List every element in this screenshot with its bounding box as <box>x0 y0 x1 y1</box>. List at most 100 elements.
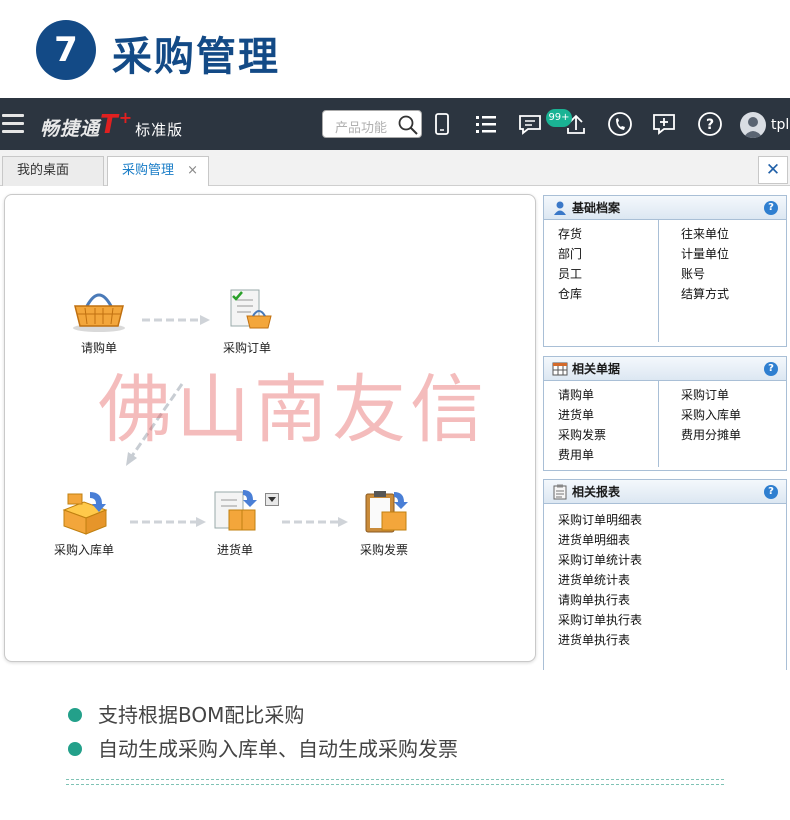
feature-item: 支持根据BOM配比采购 <box>68 700 458 734</box>
brand-logo: 畅捷通T+标准版 <box>40 108 184 142</box>
close-tab-icon[interactable]: × <box>187 157 198 185</box>
bullet-dot-icon <box>68 708 82 722</box>
feature-list: 支持根据BOM配比采购 自动生成采购入库单、自动生成采购发票 <box>68 700 458 768</box>
link-department[interactable]: 部门 <box>558 244 582 264</box>
help-icon[interactable]: ? <box>696 110 724 138</box>
search-icon[interactable] <box>397 114 419 136</box>
close-all-button[interactable]: ✕ <box>758 156 788 184</box>
flow-arrow <box>282 517 348 527</box>
node-label: 采购入库单 <box>53 543 114 557</box>
avatar[interactable] <box>740 112 766 138</box>
link-warehouse[interactable]: 仓库 <box>558 284 582 304</box>
panel-title: 相关单据 <box>572 362 621 376</box>
brand-plus: + <box>118 108 134 127</box>
tab-bar: 我的桌面 采购管理 × <box>0 150 790 187</box>
svg-text:?: ? <box>706 117 714 133</box>
link-report[interactable]: 采购订单明细表 <box>558 510 642 530</box>
app-topbar: 畅捷通T+标准版 产品功能 ? <box>0 98 790 150</box>
panel-title: 基础档案 <box>572 201 621 215</box>
link-expense-allocation[interactable]: 费用分摊单 <box>681 425 741 445</box>
link-report[interactable]: 采购订单执行表 <box>558 610 642 630</box>
tab-purchase-management[interactable]: 采购管理 × <box>107 156 209 187</box>
link-trading-partner[interactable]: 往来单位 <box>681 224 729 244</box>
brand-name: 畅捷通 <box>40 118 101 140</box>
search-input[interactable]: 产品功能 <box>322 110 422 138</box>
link-report[interactable]: 进货单执行表 <box>558 630 642 650</box>
link-expense[interactable]: 费用单 <box>558 445 606 465</box>
link-inventory[interactable]: 存货 <box>558 224 582 244</box>
link-purchase-order[interactable]: 采购订单 <box>681 385 741 405</box>
link-report[interactable]: 请购单执行表 <box>558 590 642 610</box>
mobile-icon[interactable] <box>428 110 456 138</box>
panel-related-reports: 相关报表 ? 采购订单明细表 进货单明细表 采购订单统计表 进货单统计表 请购单… <box>543 479 787 670</box>
watermark: 佛山南友信 <box>98 367 488 453</box>
section-header: 7 采购管理 <box>0 0 790 98</box>
bullet-dot-icon <box>68 742 82 756</box>
message-icon[interactable] <box>516 110 544 138</box>
link-receipt[interactable]: 进货单 <box>558 405 606 425</box>
link-account[interactable]: 账号 <box>681 264 729 284</box>
link-report[interactable]: 进货单明细表 <box>558 530 642 550</box>
inbound-box-icon <box>62 492 108 535</box>
menu-icon[interactable] <box>2 114 24 134</box>
help-icon[interactable]: ? <box>764 362 778 376</box>
link-unit[interactable]: 计量单位 <box>681 244 729 264</box>
feature-text: 支持根据BOM配比采购 <box>98 703 305 727</box>
link-report[interactable]: 采购订单统计表 <box>558 550 642 570</box>
node-label: 采购发票 <box>359 543 408 557</box>
column-left: 存货 部门 员工 仓库 <box>558 224 582 304</box>
panel-header: 基础档案 ? <box>544 196 786 220</box>
tab-desktop[interactable]: 我的桌面 <box>2 156 104 186</box>
link-employee[interactable]: 员工 <box>558 264 582 284</box>
feedback-icon[interactable] <box>650 110 678 138</box>
report-list: 采购订单明细表 进货单明细表 采购订单统计表 进货单统计表 请购单执行表 采购订… <box>558 510 642 650</box>
receipt-document-icon <box>214 490 257 531</box>
link-purchase-inbound[interactable]: 采购入库单 <box>681 405 741 425</box>
notification-badge: 99+ <box>546 109 572 127</box>
divider <box>66 779 724 785</box>
node-requisition[interactable]: 请购单 <box>64 286 134 356</box>
feature-text: 自动生成采购入库单、自动生成采购发票 <box>98 737 458 761</box>
feature-item: 自动生成采购入库单、自动生成采购发票 <box>68 734 458 768</box>
link-report[interactable]: 进货单统计表 <box>558 570 642 590</box>
link-requisition[interactable]: 请购单 <box>558 385 606 405</box>
panel-title: 相关报表 <box>572 485 621 499</box>
panel-header: 相关单据 ? <box>544 357 786 381</box>
column-right: 往来单位 计量单位 账号 结算方式 <box>681 224 729 304</box>
panel-related-documents: 相关单据 ? 请购单 进货单 采购发票 费用单 采购订单 采购入库单 费用分摊单 <box>543 356 787 471</box>
tab-label: 采购管理 <box>122 163 175 178</box>
help-icon[interactable]: ? <box>764 201 778 215</box>
help-icon[interactable]: ? <box>764 485 778 499</box>
tab-label: 我的桌面 <box>17 163 70 178</box>
divider <box>658 381 659 467</box>
node-label: 进货单 <box>216 543 253 557</box>
flow-arrow <box>142 315 210 325</box>
link-settlement[interactable]: 结算方式 <box>681 284 729 304</box>
invoice-clipboard-icon <box>365 491 408 533</box>
panel-basic-records: 基础档案 ? 存货 部门 员工 仓库 往来单位 计量单位 账号 结算方式 <box>543 195 787 347</box>
brand-t: T <box>100 110 119 140</box>
user-icon <box>743 117 763 138</box>
user-name[interactable]: tplu <box>771 117 790 133</box>
node-purchase-order[interactable]: 采购订单 <box>212 286 282 356</box>
column-right: 采购订单 采购入库单 费用分摊单 <box>681 385 741 445</box>
column-left: 请购单 进货单 采购发票 费用单 <box>558 385 606 465</box>
panel-body: 请购单 进货单 采购发票 费用单 采购订单 采购入库单 费用分摊单 <box>544 381 786 470</box>
phone-icon[interactable] <box>606 110 634 138</box>
node-purchase-inbound[interactable]: 采购入库单 <box>46 488 122 558</box>
link-purchase-invoice[interactable]: 采购发票 <box>558 425 606 445</box>
node-receipt[interactable]: 进货单 <box>200 488 270 558</box>
order-document-icon <box>230 289 272 329</box>
brand-edition: 标准版 <box>135 121 184 139</box>
section-number: 7 <box>36 20 96 80</box>
section-title: 采购管理 <box>112 34 280 80</box>
dropdown-arrow-icon[interactable] <box>265 493 279 506</box>
panel-body: 存货 部门 员工 仓库 往来单位 计量单位 账号 结算方式 <box>544 220 786 346</box>
task-list-icon[interactable] <box>472 110 500 138</box>
divider <box>658 220 659 342</box>
node-purchase-invoice[interactable]: 采购发票 <box>348 488 420 558</box>
basket-icon <box>73 293 125 332</box>
person-icon <box>554 201 566 215</box>
flow-arrow <box>130 517 206 527</box>
panel-header: 相关报表 ? <box>544 480 786 504</box>
